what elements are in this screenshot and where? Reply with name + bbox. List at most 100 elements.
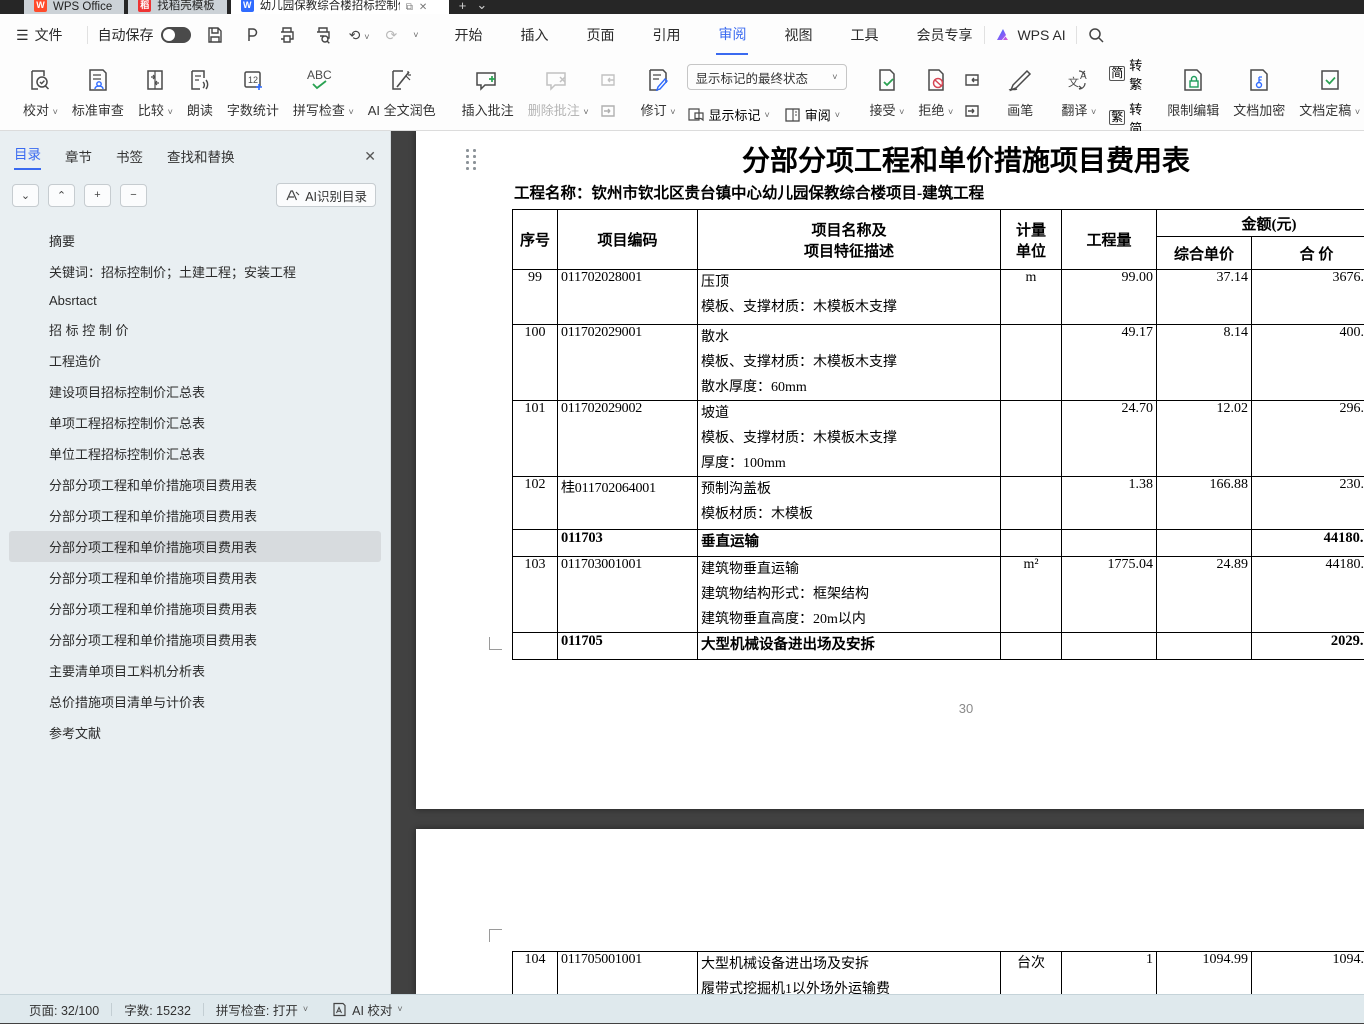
table-cell-qty[interactable] — [1062, 530, 1157, 557]
tab-view[interactable]: 视图 — [782, 16, 814, 54]
toc-item[interactable]: 分部分项工程和单价措施项目费用表 — [9, 500, 381, 531]
quick-toolbar-dropdown-icon[interactable]: ˅ — [413, 30, 418, 40]
table-cell-name[interactable]: 建筑物垂直运输建筑物结构形式：框架结构建筑物垂直高度：20m以内 — [698, 557, 1001, 633]
table-cell-unit[interactable] — [1001, 633, 1062, 660]
previous-revision-icon[interactable] — [962, 71, 984, 89]
sidebar-close-icon[interactable]: ✕ — [364, 148, 376, 165]
col-header-quantity[interactable]: 工程量 — [1062, 210, 1157, 270]
document-page-31[interactable]: 104011705001001大型机械设备进出场及安拆履带式挖掘机1以外场外运输… — [416, 829, 1364, 994]
table-cell-unit[interactable] — [1001, 401, 1062, 477]
delete-comment-button[interactable]: 删除批注 ˅ — [521, 61, 596, 130]
table-cell-code[interactable]: 011703 — [558, 530, 698, 557]
encrypt-document-button[interactable]: 文档加密 — [1226, 61, 1292, 130]
table-cell-name[interactable]: 垂直运输 — [698, 530, 1001, 557]
print-preview-icon[interactable] — [313, 25, 333, 45]
table-cell-unit[interactable] — [1001, 325, 1062, 401]
table-cell-no[interactable]: 103 — [513, 557, 558, 633]
compare-button[interactable]: 比较 ˅ — [131, 61, 180, 130]
cost-table[interactable]: 序号 项目编码 项目名称及项目特征描述 计量单位 工程量 金额(元) 综合单价 … — [512, 209, 1364, 660]
accept-revision-button[interactable]: 接受 ˅ — [863, 61, 912, 130]
tab-home[interactable]: 开始 — [452, 16, 484, 54]
toc-item[interactable]: 单项工程招标控制价汇总表 — [9, 407, 381, 438]
ink-pen-button[interactable]: 画笔 — [998, 61, 1042, 130]
redo-button[interactable]: ⟳ — [385, 27, 397, 44]
tab-list-dropdown-icon[interactable]: ⌄ — [476, 0, 487, 13]
toc-item[interactable]: 单位工程招标控制价汇总表 — [9, 438, 381, 469]
word-count-button[interactable]: 12 字数统计 — [220, 61, 286, 130]
table-cell-total[interactable]: 400.24 — [1252, 325, 1364, 401]
save-icon[interactable] — [205, 25, 225, 45]
table-row[interactable]: 104011705001001大型机械设备进出场及安拆履带式挖掘机1以外场外运输… — [513, 952, 1364, 995]
tab-tools[interactable]: 工具 — [848, 16, 880, 54]
table-cell-price[interactable] — [1157, 530, 1252, 557]
table-cell-price[interactable]: 37.14 — [1157, 270, 1252, 325]
table-cell-name[interactable]: 压顶模板、支撑材质：木模板木支撑 — [698, 270, 1001, 325]
insert-comment-button[interactable]: 插入批注 — [455, 61, 521, 130]
table-cell-unit[interactable]: m — [1001, 270, 1062, 325]
sidebar-tab-find-replace[interactable]: 查找和替换 — [167, 146, 235, 166]
table-row[interactable]: 011703垂直运输44180.75 — [513, 530, 1364, 557]
table-cell-price[interactable]: 24.89 — [1157, 557, 1252, 633]
tab-review[interactable]: 审阅 — [716, 15, 748, 55]
document-table-title[interactable]: 分部分项工程和单价措施项目费用表 — [416, 139, 1364, 179]
table-cell-qty[interactable]: 1 — [1062, 952, 1157, 995]
table-cell-code[interactable]: 桂011702064001 — [558, 477, 698, 530]
table-cell-name[interactable]: 预制沟盖板模板材质：木模板 — [698, 477, 1001, 530]
tab-close-icon[interactable]: ✕ — [419, 2, 427, 13]
table-cell-no[interactable]: 99 — [513, 270, 558, 325]
table-cell-qty[interactable]: 1775.04 — [1062, 557, 1157, 633]
page-indicator[interactable]: 页面: 32/100 — [17, 1000, 111, 1019]
show-markup-button[interactable]: 显示标记 ˅ — [687, 105, 770, 124]
table-row[interactable]: 101011702029002坡道模板、支撑材质：木模板木支撑厚度：100mm2… — [513, 401, 1364, 477]
toc-item[interactable]: 主要清单项目工料机分析表 — [9, 655, 381, 686]
table-cell-price[interactable] — [1157, 633, 1252, 660]
table-cell-name[interactable]: 大型机械设备进出场及安拆履带式挖掘机1以外场外运输费 — [698, 952, 1001, 995]
finalize-document-button[interactable]: 文档定稿 ˅ — [1292, 61, 1364, 130]
table-row[interactable]: 100011702029001散水模板、支撑材质：木模板木支撑散水厚度：60mm… — [513, 325, 1364, 401]
print-icon[interactable] — [277, 25, 297, 45]
markup-state-dropdown[interactable]: 显示标记的最终状态 ˅ — [687, 64, 847, 90]
col-header-seq[interactable]: 序号 — [513, 210, 558, 270]
tab-docer-templates[interactable]: 稻 找稻壳模板 — [128, 0, 227, 14]
table-cell-unit[interactable]: m² — [1001, 557, 1062, 633]
toc-item[interactable]: 工程造价 — [9, 345, 381, 376]
export-pdf-icon[interactable] — [241, 25, 261, 45]
autosave-toggle[interactable] — [161, 27, 191, 43]
table-cell-qty[interactable] — [1062, 633, 1157, 660]
table-cell-price[interactable]: 166.88 — [1157, 477, 1252, 530]
table-cell-total[interactable]: 1094.99 — [1252, 952, 1364, 995]
tab-preview-icon[interactable]: ⧉ — [406, 2, 413, 13]
table-cell-qty[interactable]: 24.70 — [1062, 401, 1157, 477]
table-cell-total[interactable]: 44180.75 — [1252, 557, 1364, 633]
previous-comment-icon[interactable] — [598, 71, 620, 89]
table-cell-total[interactable]: 230.29 — [1252, 477, 1364, 530]
table-cell-unit[interactable]: 台次 — [1001, 952, 1062, 995]
table-row[interactable]: 011705大型机械设备进出场及安拆2029.34 — [513, 633, 1364, 660]
col-header-amount[interactable]: 金额(元) — [1157, 210, 1364, 237]
table-cell-name[interactable]: 散水模板、支撑材质：木模板木支撑散水厚度：60mm — [698, 325, 1001, 401]
table-cell-no[interactable]: 101 — [513, 401, 558, 477]
sidebar-tab-chapters[interactable]: 章节 — [65, 146, 92, 166]
toc-item[interactable]: 招 标 控 制 价 — [9, 314, 381, 345]
toc-zoom-out-button[interactable]: − — [120, 184, 147, 207]
table-cell-no[interactable]: 102 — [513, 477, 558, 530]
word-count-indicator[interactable]: 字数: 15232 — [112, 1000, 203, 1019]
sidebar-tab-contents[interactable]: 目录 — [14, 143, 41, 170]
toc-expand-button[interactable]: ⌄ — [12, 184, 39, 207]
ai-proofread-status[interactable]: AI 校对 ˅ — [320, 1000, 415, 1019]
table-cell-price[interactable]: 12.02 — [1157, 401, 1252, 477]
table-cell-code[interactable]: 011702029001 — [558, 325, 698, 401]
table-row[interactable]: 102桂011702064001预制沟盖板模板材质：木模板1.38166.882… — [513, 477, 1364, 530]
table-row[interactable]: 103011703001001建筑物垂直运输建筑物结构形式：框架结构建筑物垂直高… — [513, 557, 1364, 633]
table-cell-code[interactable]: 011705001001 — [558, 952, 698, 995]
table-cell-unit[interactable] — [1001, 530, 1062, 557]
toc-item[interactable]: 分部分项工程和单价措施项目费用表 — [9, 624, 381, 655]
file-menu-button[interactable]: ☰ 文件 — [16, 25, 63, 45]
table-cell-code[interactable]: 011702028001 — [558, 270, 698, 325]
table-cell-price[interactable]: 8.14 — [1157, 325, 1252, 401]
proofread-button[interactable]: 校对 ˅ — [16, 61, 65, 130]
table-cell-code[interactable]: 011705 — [558, 633, 698, 660]
standard-review-button[interactable]: 标准审查 — [65, 61, 131, 130]
col-header-unit[interactable]: 计量单位 — [1001, 210, 1062, 270]
project-name-line[interactable]: 工程名称：钦州市钦北区贵台镇中心幼儿园保教综合楼项目-建筑工程 — [514, 181, 984, 203]
